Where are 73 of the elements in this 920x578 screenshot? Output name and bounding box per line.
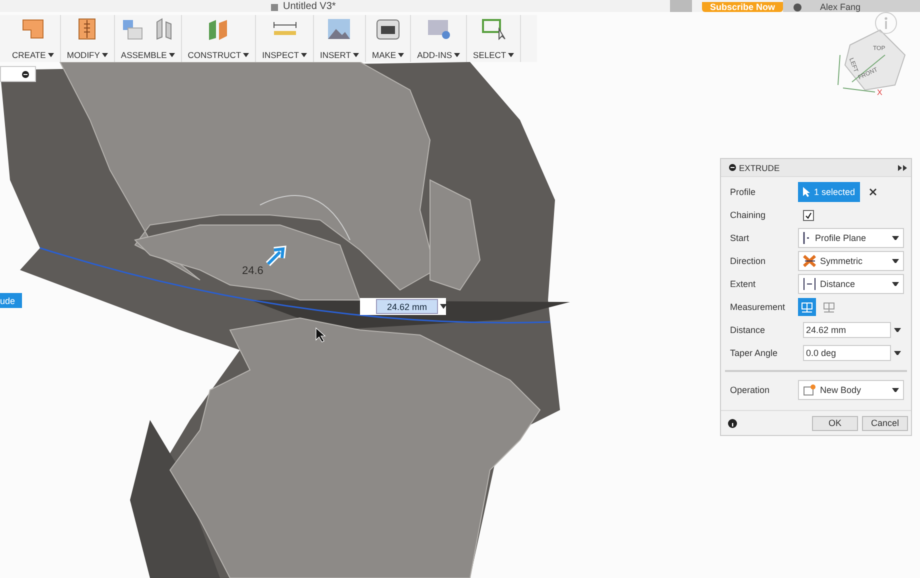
- toolbar-menu[interactable]: MODIFY: [60, 15, 115, 62]
- field-label: Operation: [730, 385, 771, 395]
- toolbar-menu[interactable]: ASSEMBLE: [114, 15, 182, 62]
- timeline-label: ude: [0, 293, 22, 308]
- dropdown[interactable]: Distance: [798, 274, 904, 294]
- caret-icon: [892, 282, 899, 286]
- caret-icon: [168, 52, 175, 58]
- minus-circle-icon[interactable]: [729, 164, 736, 171]
- number-field[interactable]: 24.62 mm: [803, 322, 891, 338]
- measure-mode-icon: [823, 302, 835, 312]
- caret-icon: [243, 52, 250, 58]
- measure-toggle[interactable]: [798, 298, 816, 316]
- select-box-icon: [482, 18, 506, 40]
- dropdown[interactable]: Symmetric: [798, 251, 904, 271]
- plane-start-icon: [803, 232, 811, 244]
- expand-icon[interactable]: [898, 164, 907, 170]
- toolbar-menu[interactable]: SELECT: [467, 15, 522, 62]
- dropdown[interactable]: Profile Plane: [798, 228, 904, 248]
- check-icon: [805, 212, 812, 218]
- panel-title: EXTRUDE: [739, 162, 781, 172]
- toolbar-menu[interactable]: CONSTRUCT: [182, 15, 256, 62]
- image-icon: [327, 18, 352, 40]
- caret-icon[interactable]: [440, 304, 447, 309]
- dimension-label: 24.6: [242, 265, 264, 277]
- toolbar-menu[interactable]: MAKE: [366, 15, 412, 62]
- document-title: Untitled V3*: [283, 2, 336, 12]
- toolbar-menu[interactable]: CREATE: [6, 15, 61, 62]
- info-icon[interactable]: [728, 418, 737, 428]
- caret-icon: [398, 52, 404, 58]
- caret-icon: [300, 52, 307, 58]
- field-label: Start: [730, 233, 750, 243]
- close-icon[interactable]: [869, 188, 878, 196]
- symmetric-icon: [803, 255, 816, 267]
- caret-icon: [892, 388, 899, 392]
- field-label: Extent: [730, 279, 757, 289]
- distance-icon: [803, 278, 816, 290]
- caret-icon: [892, 236, 899, 240]
- checkbox[interactable]: [803, 210, 814, 220]
- field-label: Taper Angle: [730, 348, 779, 358]
- field-label: Profile: [730, 187, 757, 197]
- cube-icon: [270, 3, 279, 12]
- caret-icon: [508, 52, 514, 58]
- field-label: Distance: [730, 325, 766, 335]
- toolbar-menu[interactable]: INSPECT: [256, 15, 314, 62]
- caret-icon[interactable]: [894, 328, 901, 332]
- new-body-icon: [803, 384, 816, 396]
- axis-label: X: [877, 88, 882, 97]
- toolbar-menu[interactable]: ADD-INS: [411, 15, 468, 62]
- printer-icon: [376, 18, 400, 40]
- distance-input[interactable]: 24.62 mm: [376, 299, 438, 314]
- minus-circle-icon: [22, 70, 29, 78]
- shape-icon: [20, 18, 45, 40]
- hinge-icon: [154, 18, 174, 40]
- dialog-button[interactable]: Cancel: [862, 416, 908, 430]
- field-label: Chaining: [730, 210, 767, 220]
- caret-icon: [454, 52, 460, 58]
- browser-collapse-chip[interactable]: [0, 66, 36, 82]
- field-label: Direction: [730, 256, 767, 266]
- user-name: Alex Fang: [820, 2, 861, 12]
- field-label: Measurement: [730, 302, 786, 312]
- mouse-cursor-icon: [316, 327, 326, 342]
- dialog-button[interactable]: OK: [812, 416, 858, 430]
- caret-icon: [352, 52, 359, 58]
- toolbar-menu[interactable]: INSERT: [314, 15, 366, 62]
- caret-icon: [102, 52, 108, 58]
- caret-icon: [48, 52, 54, 58]
- dropdown[interactable]: New Body: [798, 380, 904, 400]
- measure-mode-icon: [801, 302, 813, 312]
- number-field[interactable]: 0.0 deg: [803, 345, 891, 361]
- caret-icon[interactable]: [894, 350, 901, 356]
- cursor-icon: [803, 187, 810, 197]
- caret-icon: [892, 258, 899, 264]
- drag-arrow-icon[interactable]: [265, 246, 286, 267]
